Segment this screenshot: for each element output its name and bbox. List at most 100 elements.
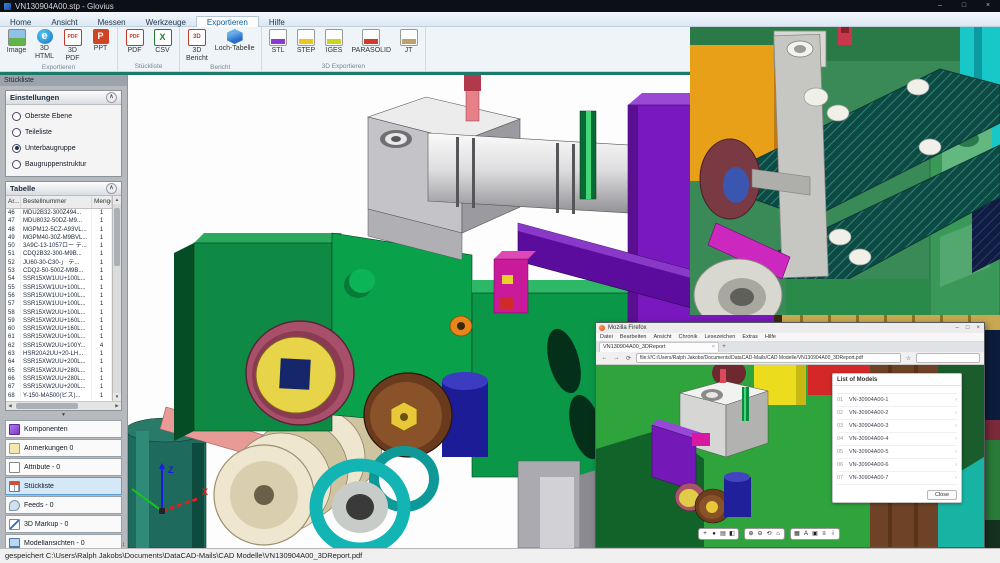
- table-panel-header[interactable]: Tabelle ∧: [6, 182, 121, 196]
- home-view-icon[interactable]: ⌂: [774, 530, 782, 538]
- section-3d-scene[interactable]: [690, 27, 1000, 330]
- iges-button[interactable]: IGES: [322, 28, 347, 56]
- menu-lesezeichen[interactable]: Lesezeichen: [704, 334, 735, 340]
- section-3d-viewport[interactable]: [690, 27, 1000, 330]
- menu-extras[interactable]: Extras: [742, 334, 758, 340]
- list-item[interactable]: 06VN-30904A00-6›: [837, 459, 957, 472]
- table-row[interactable]: 61SSR15XW2UU+100L...1: [6, 333, 112, 341]
- table-row[interactable]: 54SSR15XW1UU+100L...1: [6, 275, 112, 283]
- grid-icon[interactable]: ▦: [793, 530, 801, 538]
- scroll-up-icon[interactable]: ▲: [113, 196, 121, 204]
- stl-button[interactable]: STL: [266, 28, 291, 56]
- close-panel-button[interactable]: Close: [927, 490, 957, 500]
- sidebar-item-3d-markup-0[interactable]: 3D Markup - 0: [5, 515, 122, 533]
- list-item[interactable]: 05VN-30904A00-5›: [837, 446, 957, 459]
- close-button[interactable]: ×: [976, 0, 1000, 12]
- sidebar-item-komponenten[interactable]: Komponenten: [5, 420, 122, 438]
- settings-panel-header[interactable]: Einstellungen ∧: [6, 91, 121, 105]
- snapshot-icon[interactable]: ▣: [811, 530, 819, 538]
- info-icon[interactable]: i: [829, 530, 837, 538]
- table-row[interactable]: 67SSR15XW2UU+200L...1: [6, 383, 112, 391]
- table-row[interactable]: 48MGPM12-5CZ-A93VL...1: [6, 226, 112, 234]
- table-row[interactable]: 60SSR15XW2UU+160L...1: [6, 325, 112, 333]
- browser-tab[interactable]: VN130904A00_3DReport ×: [599, 342, 719, 352]
- url-input[interactable]: file:///C:/Users/Ralph Jakobs/Documents/…: [636, 353, 901, 363]
- table-row[interactable]: 52JU60-30-C30-」 テ...1: [6, 259, 112, 267]
- radio-unterbaugruppe[interactable]: Unterbaugruppe: [6, 140, 121, 156]
- sidebar-item-anmerkungen-0[interactable]: Anmerkungen 0: [5, 439, 122, 457]
- menu-bearbeiten[interactable]: Bearbeiten: [620, 334, 647, 340]
- maximize-button[interactable]: □: [952, 0, 976, 12]
- sidebar-item-feeds-0[interactable]: Feeds - 0: [5, 496, 122, 514]
- tab-close-icon[interactable]: ×: [710, 343, 715, 352]
- scroll-right-icon[interactable]: ▶: [113, 402, 121, 410]
- radio-oberste-ebene[interactable]: Oberste Ebene: [6, 108, 121, 124]
- reload-icon[interactable]: ⟳: [624, 355, 633, 362]
- table-row[interactable]: 49MGPM40-30Z-M9BVL...1: [6, 234, 112, 242]
- table-row[interactable]: 65SSR15XW2UU+280L...1: [6, 367, 112, 375]
- table-row[interactable]: 68Y-150-MA500(ビス)...1: [6, 392, 112, 400]
- close-button[interactable]: ×: [976, 325, 980, 331]
- ppt-button[interactable]: PPT: [88, 28, 113, 54]
- zoom-out-icon[interactable]: ⊖: [756, 530, 764, 538]
- table-row[interactable]: 47MDU8032-50DZ-M9...1: [6, 217, 112, 225]
- table-row[interactable]: 57SSR15XW1UU+100L...1: [6, 300, 112, 308]
- table-row[interactable]: 58SSR15XW2UU+100L...1: [6, 309, 112, 317]
- list-item[interactable]: 07VN-30904A00-7›: [837, 472, 957, 485]
- step-button[interactable]: STEP: [294, 28, 319, 56]
- menu-hilfe[interactable]: Hilfe: [765, 334, 776, 340]
- radio-teileliste[interactable]: Teileliste: [6, 124, 121, 140]
- zoom-in-icon[interactable]: ⊕: [747, 530, 755, 538]
- menu-icon[interactable]: ≡: [820, 530, 828, 538]
- table-row[interactable]: 66SSR15XW2UU+280L...1: [6, 375, 112, 383]
- table-row[interactable]: 64SSR15XW2UU+200L...1: [6, 358, 112, 366]
- orbit-icon[interactable]: ●: [710, 530, 718, 538]
- menu-datei[interactable]: Datei: [600, 334, 613, 340]
- report-panel-search[interactable]: [837, 386, 957, 394]
- maximize-button[interactable]: □: [966, 325, 970, 331]
- search-input[interactable]: [916, 353, 980, 363]
- column-article[interactable]: Ar...: [6, 196, 21, 208]
- table-row[interactable]: 62SSR15XW2UU+100Y...4: [6, 342, 112, 350]
- radio-baugruppenstruktur[interactable]: Baugruppenstruktur: [6, 156, 121, 172]
- sidebar-item-stückliste[interactable]: Stückliste: [5, 477, 122, 495]
- shaded-icon[interactable]: ◧: [728, 530, 736, 538]
- table-row[interactable]: 46MDU2B32-300Z494...1: [6, 209, 112, 217]
- minimize-button[interactable]: –: [956, 325, 959, 331]
- horizontal-scrollbar[interactable]: ◀ ▶: [6, 401, 121, 410]
- panel-collapse-icon[interactable]: ▼: [0, 411, 127, 420]
- report-content[interactable]: List of Models 01VN-30904A00-1›02VN-3090…: [596, 365, 984, 547]
- forward-icon[interactable]: →: [612, 355, 621, 361]
- table-row[interactable]: 55SSR15XW1UU+100L...1: [6, 284, 112, 292]
- scrollbar-thumb[interactable]: [16, 403, 78, 409]
- collapse-chevron-icon[interactable]: ∧: [106, 183, 117, 194]
- table-row[interactable]: 503A9C-13-1057ロー テ...1: [6, 242, 112, 250]
- 3d-pdf-button[interactable]: 3D PDF: [60, 28, 85, 63]
- annotate-icon[interactable]: A: [802, 530, 810, 538]
- bookmark-star-icon[interactable]: ☆: [904, 355, 913, 362]
- column-qty[interactable]: Menge: [92, 196, 112, 208]
- list-item[interactable]: 03VN-30904A00-3›: [837, 420, 957, 433]
- minimize-button[interactable]: –: [928, 0, 952, 12]
- table-row[interactable]: 63HSR20A2UU+20-LH...1: [6, 350, 112, 358]
- menu-chronik[interactable]: Chronik: [679, 334, 698, 340]
- table-row[interactable]: 53CDQ2-50-500Z-M9B...1: [6, 267, 112, 275]
- scrollbar-thumb[interactable]: [114, 208, 120, 266]
- table-row[interactable]: 51CDQ2B32-300-M9B...1: [6, 250, 112, 258]
- menu-ansicht[interactable]: Ansicht: [653, 334, 671, 340]
- list-item[interactable]: 04VN-30904A00-4›: [837, 433, 957, 446]
- scroll-left-icon[interactable]: ◀: [6, 402, 14, 410]
- select-icon[interactable]: +: [701, 530, 709, 538]
- list-item[interactable]: 02VN-30904A00-2›: [837, 407, 957, 420]
- table-row[interactable]: 56SSR15XW1UU+100L...1: [6, 292, 112, 300]
- new-tab-button[interactable]: +: [719, 343, 729, 352]
- report-browser-window[interactable]: Mozilla Firefox – □ × DateiBearbeitenAns…: [595, 322, 985, 548]
- sidebar-item-attribute-0[interactable]: Attribute - 0: [5, 458, 122, 476]
- back-icon[interactable]: ←: [600, 355, 609, 361]
- pdf-button[interactable]: PDF: [122, 28, 147, 56]
- loch-tabelle-button[interactable]: Loch-Tabelle: [213, 28, 257, 54]
- vertical-scrollbar[interactable]: ▲ ▼: [112, 196, 121, 401]
- collapse-chevron-icon[interactable]: ∧: [106, 92, 117, 103]
- parasolid-button[interactable]: PARASOLID: [350, 28, 394, 56]
- jt-button[interactable]: JT: [396, 28, 421, 56]
